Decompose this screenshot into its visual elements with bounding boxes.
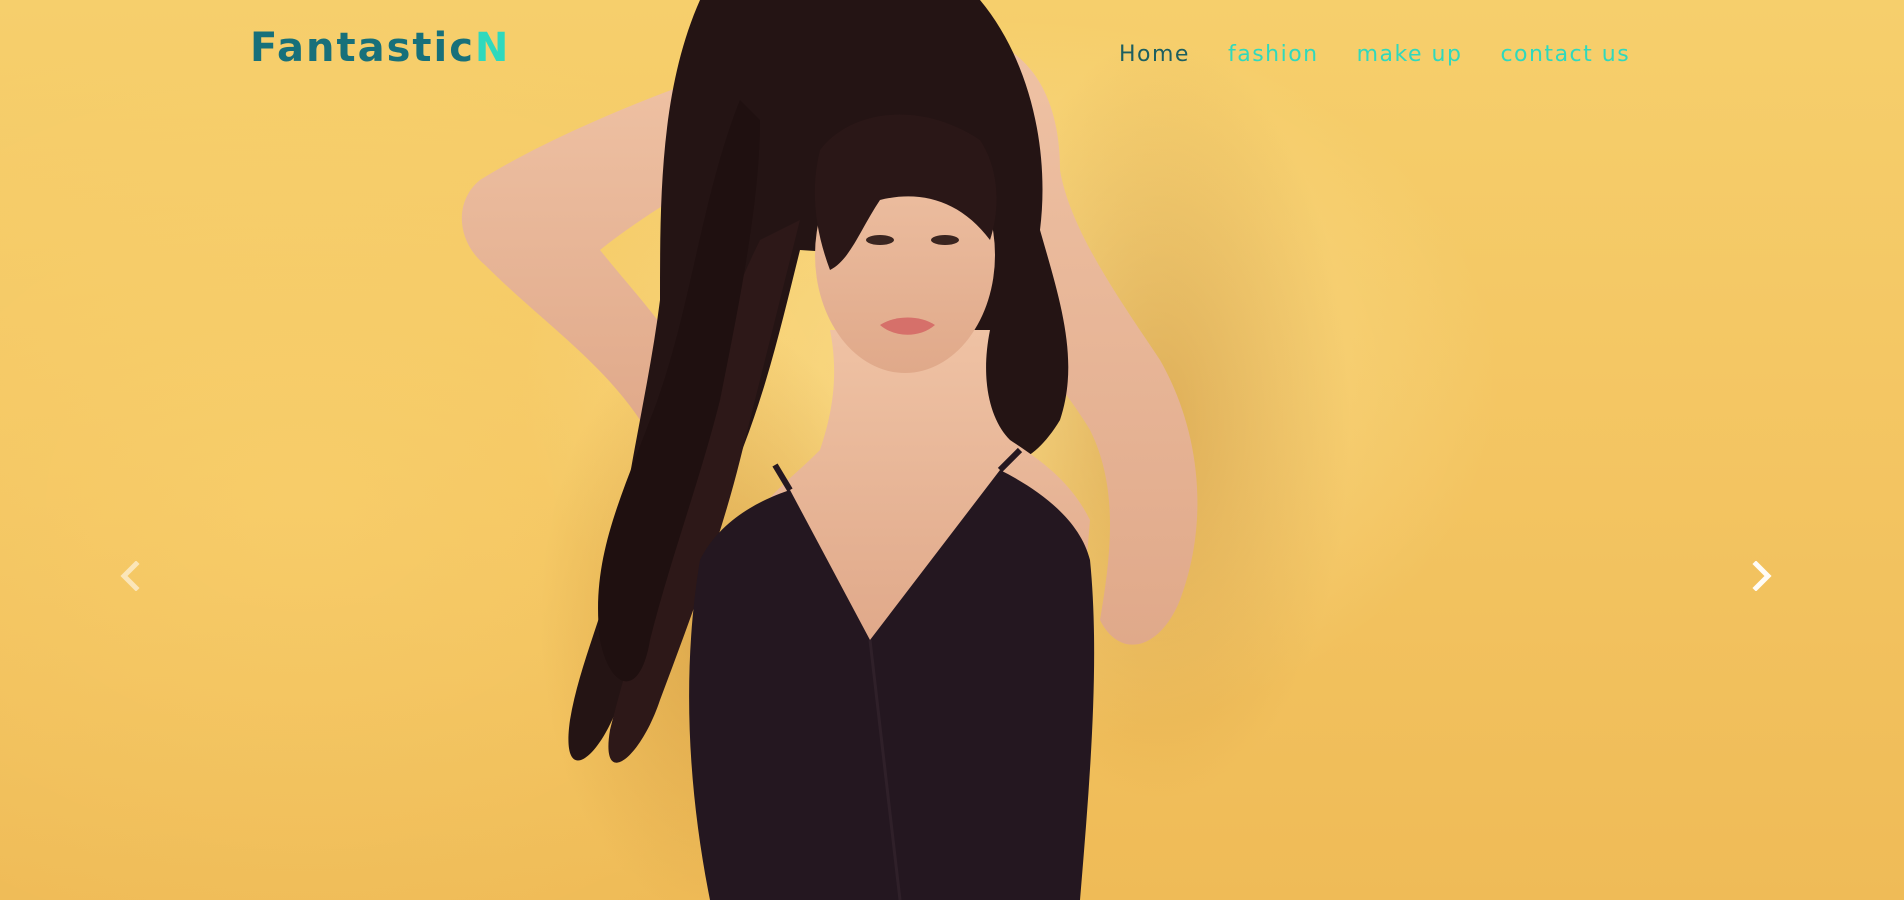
nav-menu: Home fashion make up contact us [1100,40,1649,70]
nav-link-home[interactable]: Home [1119,40,1190,70]
carousel-prev-button[interactable] [110,556,150,596]
brand-logo[interactable]: Fantastic N [250,24,510,72]
nav-link-make-up[interactable]: make up [1357,40,1463,70]
nav-link-fashion[interactable]: fashion [1228,40,1319,70]
brand-logo-text: Fantastic [250,25,475,71]
carousel-slide-image [461,0,1350,900]
top-navbar: Fantastic N Home fashion make up contact … [0,0,1904,110]
chevron-right-icon [1752,561,1772,591]
carousel-next-button[interactable] [1742,556,1782,596]
nav-link-contact-us[interactable]: contact us [1500,40,1630,70]
hero-carousel: Fantastic N Home fashion make up contact … [0,0,1904,900]
brand-logo-accent: N [474,25,511,71]
chevron-left-icon [120,561,140,591]
